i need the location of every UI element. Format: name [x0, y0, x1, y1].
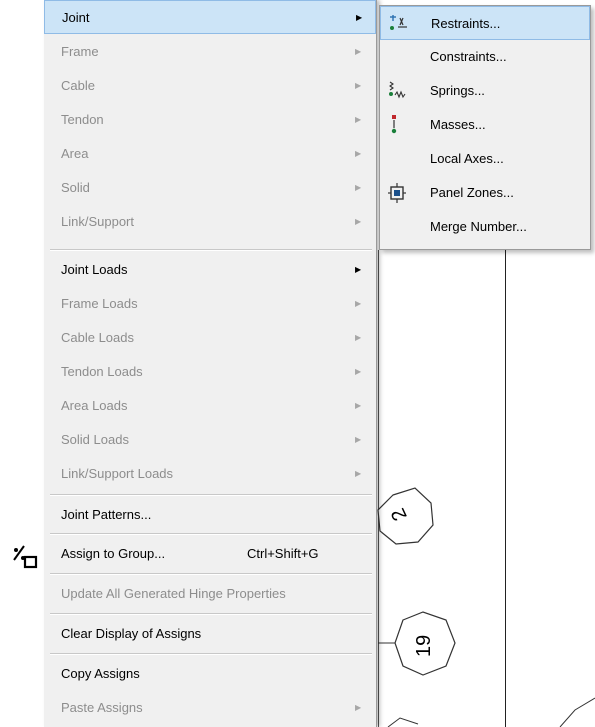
menu-item-paste-assigns[interactable]: Paste Assigns ▶: [44, 690, 376, 724]
menu-item-solid[interactable]: Solid ▶: [44, 170, 376, 204]
menu-item-frame[interactable]: Frame ▶: [44, 34, 376, 68]
menu-item-label: Cable: [61, 77, 95, 93]
menu-item-label: Tendon Loads: [61, 363, 143, 379]
menu-item-link-support-loads[interactable]: Link/Support Loads ▶: [44, 456, 376, 490]
submenu-item-label: Local Axes...: [430, 151, 504, 166]
menu-item-label: Clear Display of Assigns: [61, 625, 202, 641]
menu-item-assign-to-group[interactable]: Assign to Group... Ctrl+Shift+G: [44, 536, 376, 570]
submenu-arrow-icon: ▶: [355, 148, 362, 158]
menu-item-joint-loads[interactable]: Joint Loads ▶: [44, 252, 376, 286]
restraints-icon: [390, 15, 407, 30]
submenu-arrow-icon: ▶: [355, 80, 362, 90]
menu-item-label: Cable Loads: [61, 329, 134, 345]
submenu-arrow-icon: ▶: [355, 400, 362, 410]
submenu-item-label: Springs...: [430, 83, 485, 98]
submenu-item-constraints[interactable]: Constraints...: [380, 40, 590, 74]
submenu-arrow-icon: ▶: [355, 264, 362, 274]
submenu-item-merge-number[interactable]: Merge Number...: [380, 210, 590, 244]
panel-zones-icon: [388, 183, 406, 203]
submenu-item-label: Masses...: [430, 117, 486, 132]
menu-item-joint[interactable]: Joint ▶: [44, 0, 376, 34]
springs-icon: [389, 81, 406, 99]
left-toolbar: [0, 0, 45, 727]
menu-item-area[interactable]: Area ▶: [44, 136, 376, 170]
menu-item-label: Link/Support: [61, 213, 134, 229]
menu-separator: [50, 494, 372, 496]
menu-item-label: Assign to Group...: [61, 545, 166, 561]
menu-item-shortcut: Ctrl+Shift+G: [247, 545, 319, 561]
menu-item-tendon-loads[interactable]: Tendon Loads ▶: [44, 354, 376, 388]
submenu-arrow-icon: ▶: [355, 332, 362, 342]
submenu-item-label: Restraints...: [431, 16, 501, 31]
menu-item-link-support[interactable]: Link/Support ▶: [44, 204, 376, 238]
submenu-item-label: Panel Zones...: [430, 185, 514, 200]
menu-item-label: Joint Loads: [61, 261, 128, 277]
menu-item-label: Joint: [62, 9, 90, 25]
assign-menu: Joint ▶ Frame ▶ Cable ▶ Tendon ▶ Area ▶ …: [44, 0, 377, 727]
menu-item-label: Frame: [61, 43, 99, 59]
menu-item-frame-loads[interactable]: Frame Loads ▶: [44, 286, 376, 320]
submenu-arrow-icon: ▶: [355, 46, 362, 56]
menu-item-label: Frame Loads: [61, 295, 138, 311]
menu-item-label: Solid Loads: [61, 431, 129, 447]
menu-item-label: Copy Assigns: [61, 665, 140, 681]
submenu-item-label: Constraints...: [430, 49, 507, 64]
submenu-arrow-icon: ▶: [355, 216, 362, 226]
submenu-arrow-icon: ▶: [355, 434, 362, 444]
menu-item-tendon[interactable]: Tendon ▶: [44, 102, 376, 136]
menu-item-area-loads[interactable]: Area Loads ▶: [44, 388, 376, 422]
menu-item-update-hinge-properties[interactable]: Update All Generated Hinge Properties: [44, 576, 376, 610]
submenu-arrow-icon: ▶: [355, 298, 362, 308]
submenu-item-local-axes[interactable]: Local Axes...: [380, 142, 590, 176]
menu-separator: [50, 653, 372, 655]
joint-node-19-label: 19: [413, 635, 435, 657]
menu-item-solid-loads[interactable]: Solid Loads ▶: [44, 422, 376, 456]
menu-separator: [50, 613, 372, 615]
menu-item-label: Update All Generated Hinge Properties: [61, 585, 286, 601]
submenu-item-masses[interactable]: Masses...: [380, 108, 590, 142]
menu-item-label: Solid: [61, 179, 90, 195]
assign-group-icon[interactable]: [12, 545, 38, 569]
submenu-arrow-icon: ▶: [356, 12, 363, 22]
joint-submenu: Restraints... Constraints... Springs... …: [379, 5, 591, 250]
submenu-item-label: Merge Number...: [430, 219, 527, 234]
menu-item-label: Joint Patterns...: [61, 506, 152, 522]
submenu-arrow-icon: ▶: [355, 702, 362, 712]
menu-item-label: Paste Assigns: [61, 699, 143, 715]
menu-item-label: Area Loads: [61, 397, 128, 413]
submenu-arrow-icon: ▶: [355, 114, 362, 124]
menu-separator: [50, 249, 372, 251]
menu-item-cable-loads[interactable]: Cable Loads ▶: [44, 320, 376, 354]
menu-item-label: Tendon: [61, 111, 104, 127]
menu-separator: [50, 533, 372, 535]
masses-icon: [391, 115, 397, 134]
menu-item-cable[interactable]: Cable ▶: [44, 68, 376, 102]
menu-item-label: Area: [61, 145, 89, 161]
submenu-item-panel-zones[interactable]: Panel Zones...: [380, 176, 590, 210]
submenu-arrow-icon: ▶: [355, 182, 362, 192]
menu-item-label: Link/Support Loads: [61, 465, 174, 481]
submenu-item-restraints[interactable]: Restraints...: [380, 6, 590, 40]
submenu-item-springs[interactable]: Springs...: [380, 74, 590, 108]
submenu-arrow-icon: ▶: [355, 366, 362, 376]
submenu-arrow-icon: ▶: [355, 468, 362, 478]
menu-item-clear-display-of-assigns[interactable]: Clear Display of Assigns: [44, 616, 376, 650]
menu-separator: [50, 573, 372, 575]
menu-item-joint-patterns[interactable]: Joint Patterns...: [44, 497, 376, 531]
menu-item-copy-assigns[interactable]: Copy Assigns: [44, 656, 376, 690]
